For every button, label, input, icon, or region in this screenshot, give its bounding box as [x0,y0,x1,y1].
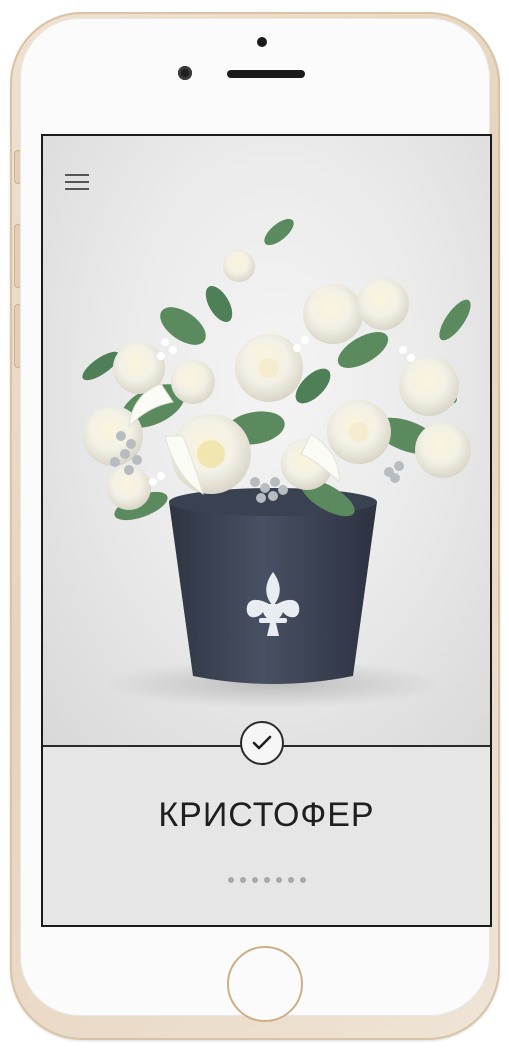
pager-dot[interactable] [239,877,246,883]
bouquet-illustration [82,218,471,708]
app-screen: КРИСТОФЕР [41,134,492,927]
pager-dots[interactable] [43,877,490,883]
product-info-panel [43,747,490,925]
proximity-sensor [257,37,267,47]
pager-dot[interactable] [263,877,270,883]
pager-dot[interactable] [227,877,234,883]
product-photo [43,136,490,746]
home-button[interactable] [227,946,303,1022]
product-title: КРИСТОФЕР [158,796,375,834]
pager-dot[interactable] [275,877,282,883]
pager-dot[interactable] [251,877,258,883]
front-camera [178,66,192,80]
pager-dot[interactable] [287,877,294,883]
check-icon [252,735,272,750]
hamburger-icon[interactable] [65,174,89,192]
pager-dot[interactable] [299,877,306,883]
select-button[interactable] [240,721,284,765]
earpiece-speaker [227,70,305,78]
